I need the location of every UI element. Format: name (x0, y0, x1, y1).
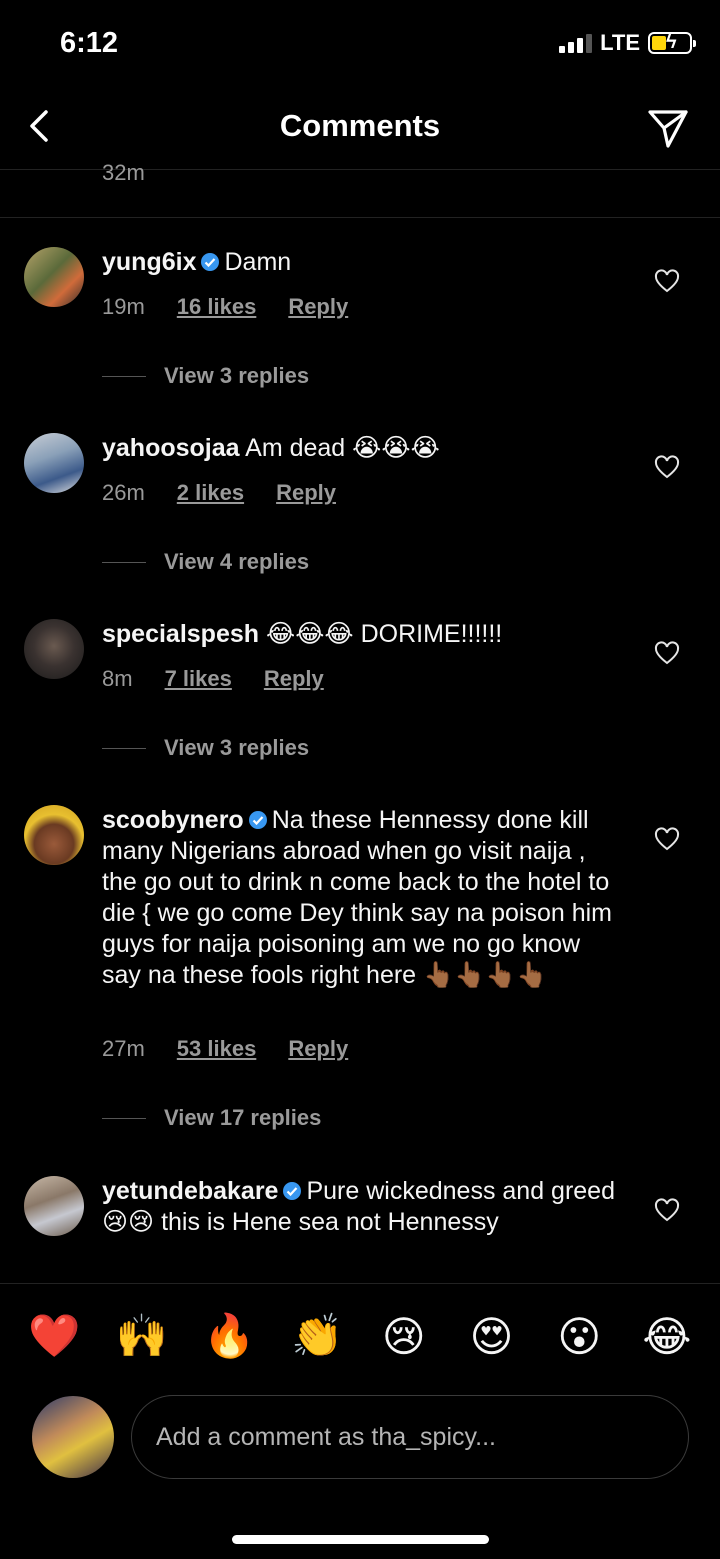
view-replies-label: View 3 replies (164, 735, 310, 760)
comment-time: 19m (102, 294, 145, 319)
divider (102, 1117, 146, 1119)
comment-body: Damn (224, 248, 292, 276)
battery-icon: ϟ (648, 31, 696, 54)
status-bar: 6:12 LTE ϟ (0, 0, 720, 90)
home-indicator[interactable] (232, 1535, 489, 1544)
likes-link[interactable]: 2 likes (177, 480, 244, 506)
status-time: 6:12 (60, 27, 119, 59)
view-replies-label: View 17 replies (164, 1105, 322, 1130)
view-replies-button[interactable]: View 3 replies (102, 735, 309, 761)
heart-eyes-emoji-button[interactable]: 😍 (467, 1312, 517, 1361)
heart-icon[interactable] (654, 455, 680, 481)
raised-hands-emoji-button[interactable]: 🙌 (116, 1312, 168, 1361)
comment-text: yetundebakare Pure wickedness and greed 😢… (102, 1176, 617, 1238)
signal-icon (559, 33, 593, 53)
comment-username[interactable]: yung6ix (102, 248, 196, 276)
current-user-avatar (32, 1396, 114, 1478)
send-icon[interactable] (646, 106, 690, 150)
page-title: Comments (279, 108, 441, 143)
comment-username[interactable]: yetundebakare (102, 1177, 278, 1205)
view-replies-label: View 4 replies (164, 549, 310, 574)
fire-emoji-button[interactable]: 🔥 (203, 1312, 255, 1361)
heart-icon[interactable] (654, 269, 680, 295)
clap-emoji-button[interactable]: 👏 (291, 1312, 343, 1361)
reply-button[interactable]: Reply (276, 480, 336, 506)
surprised-emoji-button[interactable]: 😮 (554, 1312, 604, 1361)
view-replies-button[interactable]: View 17 replies (102, 1105, 321, 1131)
heart-icon[interactable] (654, 641, 680, 667)
comment-username[interactable]: scoobynero (102, 806, 244, 834)
view-replies-button[interactable]: View 3 replies (102, 363, 309, 389)
comment-text: specialspesh 😂😂😂 DORIME!!!!!! (102, 619, 622, 650)
view-replies-label: View 3 replies (164, 363, 310, 388)
view-replies-button[interactable]: View 4 replies (102, 549, 309, 575)
comment-body: Am dead 😭😭😭 (245, 434, 440, 462)
reply-button[interactable]: Reply (264, 666, 324, 692)
divider (102, 561, 146, 563)
reply-button[interactable]: Reply (288, 294, 348, 320)
divider (102, 375, 146, 377)
verified-badge-icon (201, 253, 220, 271)
comment-meta: 27m 53 likes Reply (102, 1036, 348, 1062)
reply-button[interactable]: Reply (288, 1036, 348, 1062)
laughing-emoji-button[interactable]: 😂 (642, 1312, 692, 1361)
heart-icon[interactable] (654, 827, 680, 853)
emoji-quick-bar: ❤️ 🙌 🔥 👏 😢 😍 😮 😂 (0, 1283, 720, 1388)
previous-comment-time: 32m (102, 160, 145, 185)
likes-link[interactable]: 53 likes (177, 1036, 257, 1062)
comment-time: 26m (102, 480, 145, 505)
comment-input[interactable] (131, 1395, 689, 1479)
heart-icon[interactable] (654, 1198, 680, 1224)
comment-meta: 26m 2 likes Reply (102, 480, 336, 506)
comment-body: 😂😂😂 DORIME!!!!!! (265, 620, 503, 648)
comments-header: Comments (0, 90, 720, 170)
comment-username[interactable]: specialspesh (102, 620, 259, 648)
comment-text: yung6ix Damn (102, 247, 622, 278)
heart-emoji-button[interactable]: ❤️ (28, 1312, 80, 1361)
likes-link[interactable]: 7 likes (165, 666, 232, 692)
avatar[interactable] (24, 805, 84, 865)
avatar[interactable] (24, 247, 84, 307)
comment-meta: 19m 16 likes Reply (102, 294, 348, 320)
comment-username[interactable]: yahoosojaa (102, 434, 240, 462)
divider (0, 217, 720, 218)
comment-time: 27m (102, 1036, 145, 1061)
status-indicators: LTE ϟ (559, 30, 696, 56)
network-type: LTE (600, 30, 640, 55)
avatar[interactable] (24, 433, 84, 493)
avatar[interactable] (24, 619, 84, 679)
comment-meta: 8m 7 likes Reply (102, 666, 324, 692)
likes-link[interactable]: 16 likes (177, 294, 257, 320)
verified-badge-icon (248, 811, 267, 829)
verified-badge-icon (283, 1182, 302, 1200)
crying-emoji-button[interactable]: 😢 (379, 1312, 429, 1361)
comment-time: 8m (102, 666, 133, 691)
comment-text: scoobynero Na these Hennessy done kill ma… (102, 805, 617, 991)
avatar[interactable] (24, 1176, 84, 1236)
divider (102, 747, 146, 749)
comment-text: yahoosojaa Am dead 😭😭😭 (102, 433, 622, 464)
